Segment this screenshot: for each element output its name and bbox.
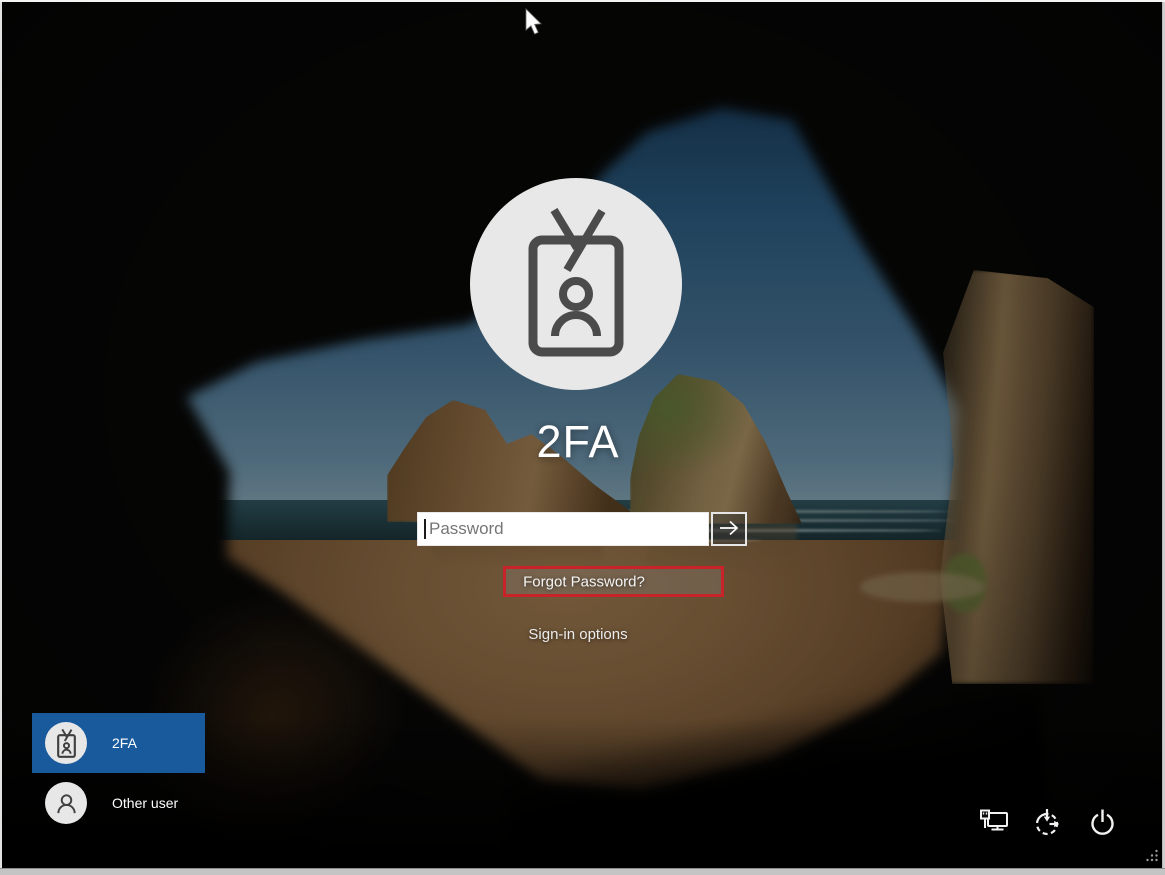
power-icon[interactable] <box>1087 807 1118 838</box>
network-icon[interactable] <box>979 807 1010 838</box>
sign-in-options-link[interactable]: Sign-in options <box>528 626 627 643</box>
person-icon <box>45 782 87 824</box>
id-badge-icon <box>45 722 87 764</box>
id-badge-icon <box>528 178 624 390</box>
password-input[interactable] <box>417 512 709 546</box>
window-bottom-border <box>0 868 1165 875</box>
resize-grip[interactable] <box>1145 848 1159 867</box>
user-tile-2fa[interactable]: 2FA <box>32 713 205 773</box>
arrow-right-icon <box>718 519 740 540</box>
vm-window-frame: 2FA Forgot Password? Sign-in options <box>0 0 1165 875</box>
user-list: 2FA Other user <box>32 713 205 833</box>
forgot-password-link[interactable]: Forgot Password? <box>503 566 724 597</box>
windows-lock-screen: 2FA Forgot Password? Sign-in options <box>2 2 1162 868</box>
user-tile-label: Other user <box>112 795 179 811</box>
password-row <box>417 512 747 546</box>
signed-in-username: 2FA <box>536 416 620 467</box>
user-tile-other-user[interactable]: Other user <box>32 773 205 833</box>
user-tile-label: 2FA <box>112 735 137 751</box>
forgot-password-label: Forgot Password? <box>523 573 645 590</box>
system-tray <box>979 807 1118 838</box>
password-field-wrap <box>417 512 709 546</box>
mouse-cursor-icon <box>525 8 547 43</box>
text-caret <box>424 519 426 539</box>
user-avatar <box>470 178 682 390</box>
ease-of-access-icon[interactable] <box>1033 807 1064 838</box>
submit-password-button[interactable] <box>711 512 747 546</box>
